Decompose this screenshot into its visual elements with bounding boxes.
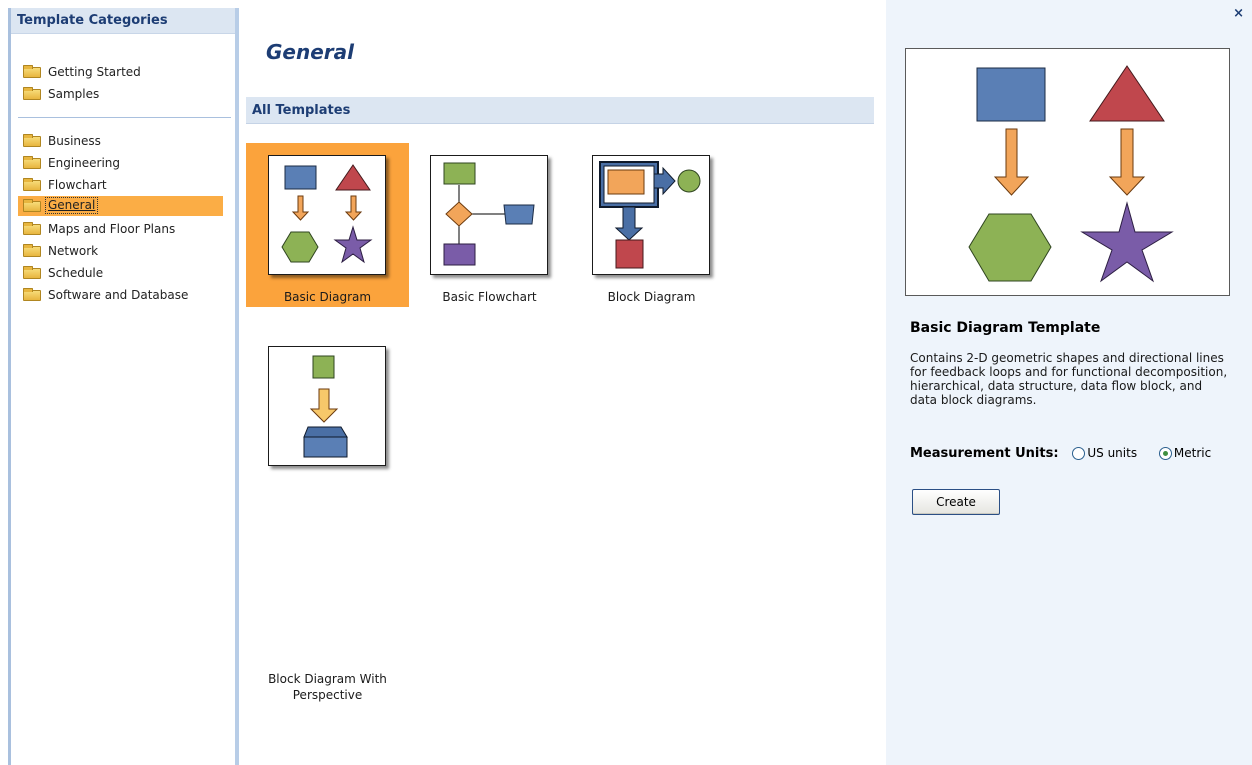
folder-icon (23, 266, 41, 279)
folder-icon (23, 87, 41, 100)
category-divider (18, 117, 231, 118)
category-maps-and-floor-plans[interactable]: Maps and Floor Plans (18, 219, 223, 239)
template-details-pane: × Basic Diagram Template Contains 2-D ge… (886, 0, 1252, 765)
pane-splitter[interactable] (235, 8, 239, 765)
category-engineering[interactable]: Engineering (18, 153, 223, 173)
metric-radio[interactable] (1158, 447, 1172, 460)
folder-icon (23, 65, 41, 78)
measurement-units-label: Measurement Units: (910, 446, 1059, 461)
folder-icon (23, 244, 41, 257)
folder-icon (23, 288, 41, 301)
category-schedule[interactable]: Schedule (18, 263, 223, 283)
folder-icon (23, 222, 41, 235)
measurement-units-group: Measurement Units: US units Metric (910, 444, 1211, 462)
category-general[interactable]: General (18, 196, 223, 216)
block-diagram-thumbnail (592, 155, 710, 275)
category-flowchart[interactable]: Flowchart (18, 175, 223, 195)
section-header: All Templates (246, 97, 874, 124)
template-block-diagram-with-perspective[interactable]: Block Diagram With Perspective (246, 334, 409, 702)
category-getting-started[interactable]: Getting Started (18, 62, 223, 82)
template-label: Basic Diagram (283, 290, 372, 304)
template-block-diagram[interactable]: Block Diagram (570, 143, 733, 307)
category-business[interactable]: Business (18, 131, 223, 151)
template-description: Contains 2-D geometric shapes and direct… (910, 351, 1228, 407)
template-label: Basic Flowchart (442, 290, 537, 304)
templates-pane: General All Templates Basic Diagram Basi… (241, 0, 886, 765)
block-diagram-with-perspective-thumbnail (268, 346, 386, 466)
template-basic-diagram[interactable]: Basic Diagram (246, 143, 409, 307)
template-label: Block Diagram With Perspective (268, 672, 387, 702)
category-software-and-database[interactable]: Software and Database (18, 285, 223, 305)
basic-flowchart-thumbnail (430, 155, 548, 275)
metric-label[interactable]: Metric (1174, 446, 1211, 460)
pane-border (8, 8, 11, 765)
basic-diagram-thumbnail (268, 155, 386, 275)
folder-icon (23, 156, 41, 169)
template-basic-flowchart[interactable]: Basic Flowchart (408, 143, 571, 307)
folder-icon (23, 134, 41, 147)
folder-icon (23, 178, 41, 191)
close-icon[interactable]: × (1233, 6, 1244, 21)
create-button[interactable]: Create (912, 489, 1000, 515)
template-preview (905, 48, 1230, 296)
page-title: General (266, 40, 354, 64)
template-label: Block Diagram (607, 290, 696, 304)
us-units-label[interactable]: US units (1087, 446, 1137, 460)
template-title: Basic Diagram Template (910, 320, 1101, 336)
category-network[interactable]: Network (18, 241, 223, 261)
us-units-radio[interactable] (1072, 447, 1086, 460)
folder-open-icon (23, 199, 41, 212)
categories-header: Template Categories (11, 8, 235, 34)
category-samples[interactable]: Samples (18, 84, 223, 104)
template-categories-pane: Template Categories Getting Started Samp… (0, 0, 241, 765)
